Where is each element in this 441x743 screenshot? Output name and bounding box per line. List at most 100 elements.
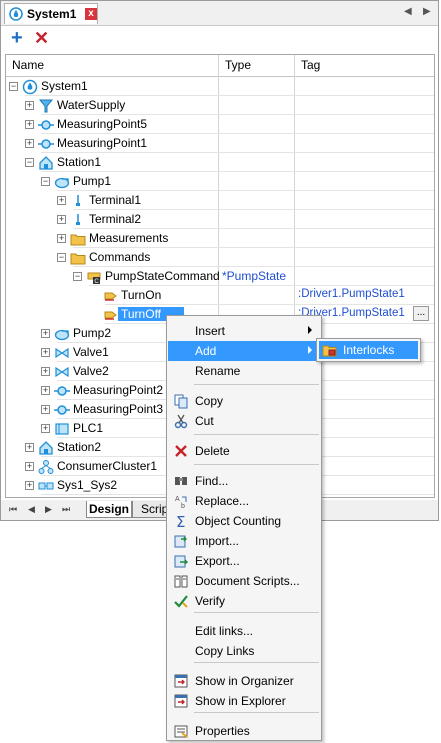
delete-toolbar-icon[interactable]: ✕	[34, 29, 49, 47]
column-header-tag[interactable]: Tag	[301, 58, 320, 72]
tree-item-tag[interactable]: :Driver1.PumpState1	[298, 288, 405, 300]
expand-icon[interactable]: +	[41, 367, 50, 376]
expand-icon[interactable]: +	[41, 329, 50, 338]
scroll-right-icon[interactable]: ▶	[423, 6, 431, 17]
column-header-type[interactable]: Type	[225, 58, 251, 72]
tag-browse-button[interactable]: ...	[413, 306, 429, 321]
tree-item-label: ConsumerCluster1	[57, 459, 158, 473]
submenu-arrow-icon	[308, 326, 312, 334]
menu-item-add[interactable]: Add	[168, 341, 320, 361]
expand-icon[interactable]: +	[25, 481, 34, 490]
expand-icon[interactable]: +	[57, 215, 66, 224]
scroll-left-icon[interactable]: ◀	[404, 6, 412, 17]
menu-item-label: Cut	[195, 414, 214, 428]
tree-row[interactable]: TurnOn:Driver1.PumpState1	[6, 286, 434, 305]
collapse-icon[interactable]: −	[73, 272, 82, 281]
tree-item-label: PLC1	[73, 421, 104, 435]
expand-icon[interactable]: +	[57, 234, 66, 243]
menu-item-show-in-organizer[interactable]: Show in Organizer	[168, 671, 320, 691]
tree-item-label: Pump2	[73, 326, 112, 340]
collapse-icon[interactable]: −	[41, 177, 50, 186]
expand-icon[interactable]: +	[25, 120, 34, 129]
folder-icon	[70, 231, 86, 247]
tree-row[interactable]: + Terminal1	[6, 191, 434, 210]
tree-row[interactable]: + MeasuringPoint5	[6, 115, 434, 134]
menu-item-export[interactable]: Export...	[168, 551, 320, 571]
measuring-point-icon	[38, 117, 54, 133]
expand-icon[interactable]: +	[41, 424, 50, 433]
explorer-icon	[173, 693, 189, 709]
tab-scripts[interactable]: Scripts	[132, 501, 170, 518]
tree-row[interactable]: − Station1	[6, 153, 434, 172]
menu-item-edit-links[interactable]: Edit links...	[168, 621, 320, 641]
menu-item-copy-links[interactable]: Copy Links	[168, 641, 320, 661]
tree-row[interactable]: + Measurements	[6, 229, 434, 248]
next-tab-icon[interactable]: ▶	[45, 504, 52, 515]
add-icon[interactable]: +	[11, 28, 23, 48]
plc-icon	[54, 421, 70, 437]
menu-item-verify[interactable]: Verify	[168, 591, 320, 611]
menu-item-label: Find...	[195, 474, 229, 488]
last-tab-icon[interactable]: ⏭	[62, 504, 70, 515]
close-icon[interactable]: x	[85, 8, 97, 20]
menu-item-rename[interactable]: Rename	[168, 361, 320, 381]
submenu-arrow-icon	[308, 346, 312, 354]
organizer-icon	[173, 673, 189, 689]
menu-item-delete[interactable]: Delete	[168, 441, 320, 461]
menu-item-import[interactable]: Import...	[168, 531, 320, 551]
tree-item-label: Terminal2	[89, 212, 142, 226]
menu-item-label: Copy Links	[195, 644, 255, 658]
tree-row[interactable]: − C PumpStateCommand *PumpState	[6, 267, 434, 286]
menu-item-label: Add	[195, 344, 217, 358]
tree-row[interactable]: + Terminal2	[6, 210, 434, 229]
expand-icon[interactable]: +	[41, 405, 50, 414]
tree-item-label: Measurements	[89, 231, 169, 245]
tree-item-type[interactable]: *PumpState	[222, 269, 286, 283]
menu-item-object-counting[interactable]: Σ Object Counting	[168, 511, 320, 531]
expand-icon[interactable]: +	[25, 139, 34, 148]
command-value-icon	[102, 307, 118, 323]
menu-item-insert[interactable]: Insert	[168, 321, 320, 341]
first-tab-icon[interactable]: ⏮	[9, 504, 17, 515]
menu-item-label: Rename	[195, 364, 241, 378]
submenu-item-interlocks[interactable]: Interlocks	[319, 341, 418, 359]
collapse-icon[interactable]: −	[9, 82, 18, 91]
tab-system1[interactable]: System1 x	[4, 3, 98, 24]
expand-icon[interactable]: +	[25, 443, 34, 452]
expand-icon[interactable]: +	[25, 462, 34, 471]
svg-text:b: b	[181, 503, 185, 509]
collapse-icon[interactable]: −	[25, 158, 34, 167]
expand-icon[interactable]: +	[41, 386, 50, 395]
collapse-icon[interactable]: −	[57, 253, 66, 262]
command-icon: C	[86, 269, 102, 285]
tree-row[interactable]: + WaterSupply	[6, 96, 434, 115]
menu-item-copy[interactable]: Copy	[168, 391, 320, 411]
tree-row[interactable]: − Pump1	[6, 172, 434, 191]
menu-item-document-scripts[interactable]: Document Scripts...	[168, 571, 320, 591]
prev-tab-icon[interactable]: ◀	[28, 504, 35, 515]
tree-row[interactable]: + MeasuringPoint1	[6, 134, 434, 153]
menu-item-properties[interactable]: Properties	[168, 721, 320, 741]
expand-icon[interactable]: +	[25, 101, 34, 110]
menu-item-cut[interactable]: Cut	[168, 411, 320, 431]
tab-design[interactable]: Design	[86, 501, 132, 518]
toolbar: + ✕	[1, 26, 438, 52]
menu-item-label: Delete	[195, 444, 230, 458]
tree-item-label: PumpStateCommand	[105, 269, 220, 283]
svg-text:C: C	[94, 279, 99, 285]
menu-separator	[194, 464, 319, 465]
menu-item-label: Edit links...	[195, 624, 254, 638]
tree-row[interactable]: − Commands	[6, 248, 434, 267]
copy-icon	[173, 393, 189, 409]
menu-item-show-in-explorer[interactable]: Show in Explorer	[168, 691, 320, 711]
expand-icon[interactable]: +	[41, 348, 50, 357]
column-header-name[interactable]: Name	[12, 58, 44, 72]
tree-row[interactable]: − System1	[6, 77, 434, 96]
menu-item-label: Document Scripts...	[195, 574, 300, 588]
pump-icon	[54, 326, 70, 342]
menu-item-find[interactable]: Find...	[168, 471, 320, 491]
expand-icon[interactable]: +	[57, 196, 66, 205]
menu-item-replace[interactable]: Ab Replace...	[168, 491, 320, 511]
verify-icon	[173, 593, 189, 609]
add-submenu: Interlocks	[316, 338, 421, 362]
